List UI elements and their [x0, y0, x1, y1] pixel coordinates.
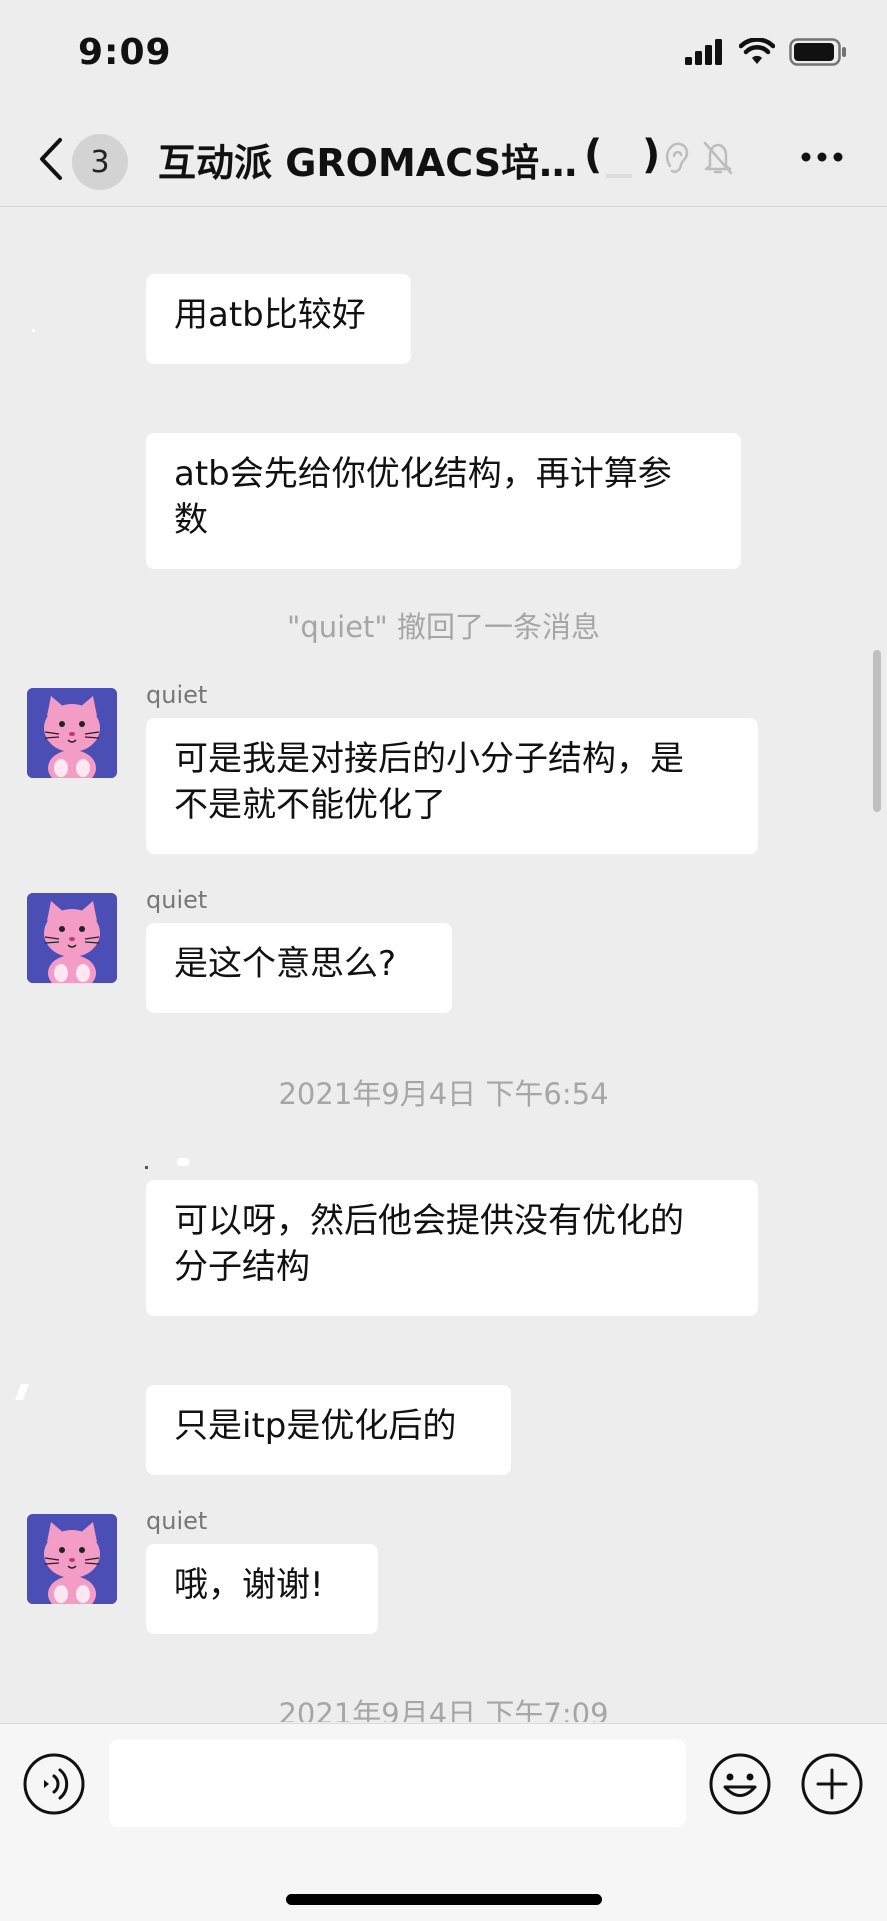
chat-header: 3 互动派 GROMACS培… ( )	[0, 110, 887, 207]
redacted-avatar-remnant	[15, 1384, 29, 1400]
message-text-line: 不是就不能优化了	[174, 785, 446, 825]
add-more-icon[interactable]	[800, 1752, 864, 1816]
message-bubble[interactable]: 哦，谢谢!	[146, 1544, 378, 1634]
message-text-line: 数	[174, 500, 208, 540]
message-text-line: 分子结构	[174, 1247, 310, 1287]
pink-cat-avatar-icon	[27, 1514, 117, 1604]
message-text-line: 可是我是对接后的小分子结构，是	[174, 739, 684, 779]
message-text-line: 可以呀，然后他会提供没有优化的	[174, 1201, 684, 1241]
timestamp-divider: 2021年9月4日 下午7:09	[278, 1697, 609, 1722]
back-arrow-icon[interactable]	[34, 136, 68, 182]
recall-notice: "quiet" 撤回了一条消息	[287, 610, 600, 644]
sender-name: quiet	[146, 1507, 208, 1535]
status-bar: 9:09	[0, 0, 887, 110]
member-count-close-paren: )	[642, 132, 661, 178]
timestamp-divider: 2021年9月4日 下午6:54	[278, 1077, 609, 1111]
cellular-signal-icon	[685, 39, 722, 65]
avatar[interactable]	[27, 688, 117, 778]
status-icons	[685, 38, 847, 66]
redacted-avatar-remnant	[145, 1166, 148, 1169]
message-text-line: atb会先给你优化结构，再计算参	[174, 454, 672, 494]
redacted-avatar-remnant	[177, 1158, 189, 1166]
message-bubble[interactable]: 可以呀，然后他会提供没有优化的 分子结构	[146, 1180, 758, 1316]
status-time: 9:09	[78, 32, 172, 73]
redacted-avatar-remnant	[32, 329, 35, 332]
member-count-redaction	[606, 174, 632, 178]
emoji-icon[interactable]	[708, 1752, 772, 1816]
unread-count-badge[interactable]: 3	[72, 134, 128, 190]
battery-icon	[789, 38, 846, 66]
message-text: 只是itp是优化后的	[174, 1406, 457, 1446]
mute-bell-icon	[703, 141, 733, 175]
member-count-open-paren: (	[584, 132, 603, 178]
message-bubble[interactable]: atb会先给你优化结构，再计算参 数	[146, 433, 741, 569]
pink-cat-avatar-icon	[27, 893, 117, 983]
home-indicator[interactable]	[286, 1894, 602, 1905]
chat-title[interactable]: 互动派 GROMACS培…	[158, 132, 577, 187]
pink-cat-avatar-icon	[27, 688, 117, 778]
message-text: 是这个意思么?	[174, 944, 397, 984]
avatar[interactable]	[27, 1514, 117, 1604]
message-bubble[interactable]: 是这个意思么?	[146, 923, 452, 1013]
message-bubble[interactable]: 可是我是对接后的小分子结构，是 不是就不能优化了	[146, 718, 758, 854]
earpiece-mode-icon	[665, 142, 689, 173]
input-bar	[0, 1723, 887, 1921]
message-text: 哦，谢谢!	[174, 1565, 324, 1605]
message-text: 用atb比较好	[174, 295, 366, 335]
message-input[interactable]	[109, 1739, 686, 1827]
avatar[interactable]	[27, 893, 117, 983]
message-bubble[interactable]: 只是itp是优化后的	[146, 1385, 511, 1475]
more-options-icon[interactable]	[800, 150, 844, 164]
message-list[interactable]: 用atb比较好 atb会先给你优化结构，再计算参 数 "quiet" 撤回了一条…	[0, 207, 887, 1722]
wifi-icon	[739, 38, 775, 64]
sender-name: quiet	[146, 681, 208, 709]
scrollbar[interactable]	[873, 650, 881, 812]
voice-input-icon[interactable]	[22, 1752, 86, 1816]
message-bubble[interactable]: 用atb比较好	[146, 274, 411, 364]
sender-name: quiet	[146, 886, 208, 914]
